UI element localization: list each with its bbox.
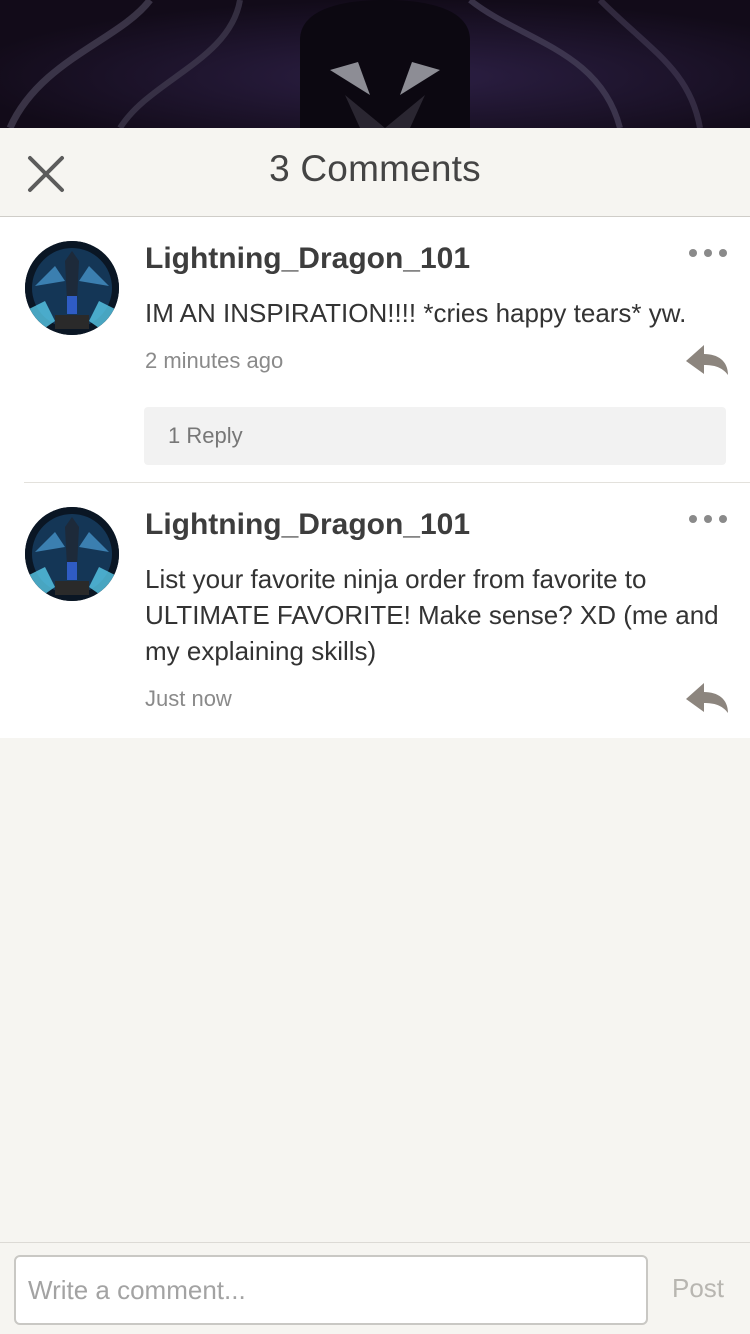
comment-item: Lightning_Dragon_101 IM AN INSPIRATION!!… — [0, 217, 750, 483]
more-dots-icon — [689, 515, 697, 523]
avatar[interactable] — [25, 241, 119, 335]
comment-text: List your favorite ninja order from favo… — [145, 564, 719, 666]
post-button[interactable]: Post — [672, 1273, 724, 1304]
more-options-button[interactable] — [686, 241, 730, 265]
reply-icon — [686, 345, 728, 375]
comment-item: Lightning_Dragon_101 List your favorite … — [0, 483, 750, 738]
reply-button[interactable] — [684, 341, 732, 381]
more-dot — [719, 515, 727, 523]
more-dot — [719, 249, 727, 257]
page-title: 3 Comments — [269, 148, 481, 189]
comment-username[interactable]: Lightning_Dragon_101 — [145, 508, 470, 542]
comment-input[interactable] — [14, 1255, 648, 1325]
avatar[interactable] — [25, 507, 119, 601]
reply-icon — [686, 683, 728, 713]
more-dot — [704, 249, 712, 257]
comments-list: Lightning_Dragon_101 IM AN INSPIRATION!!… — [0, 217, 750, 738]
comment-timestamp: 2 minutes ago — [145, 348, 284, 373]
comment-text: IM AN INSPIRATION!!!! *cries happy tears… — [145, 298, 687, 328]
more-dot — [704, 515, 712, 523]
comments-header: 3 Comments — [0, 128, 750, 217]
comment-timestamp: Just now — [145, 686, 232, 711]
view-replies-button[interactable]: 1 Reply — [144, 407, 726, 465]
reply-button[interactable] — [684, 679, 732, 719]
cover-image — [0, 0, 750, 128]
more-dots-icon — [689, 249, 697, 257]
more-options-button[interactable] — [686, 507, 730, 531]
avatar-image — [25, 241, 119, 335]
comment-username[interactable]: Lightning_Dragon_101 — [145, 242, 470, 276]
cover-image-art — [0, 0, 750, 128]
comment-composer: Post — [0, 1242, 750, 1334]
avatar-image — [25, 507, 119, 601]
